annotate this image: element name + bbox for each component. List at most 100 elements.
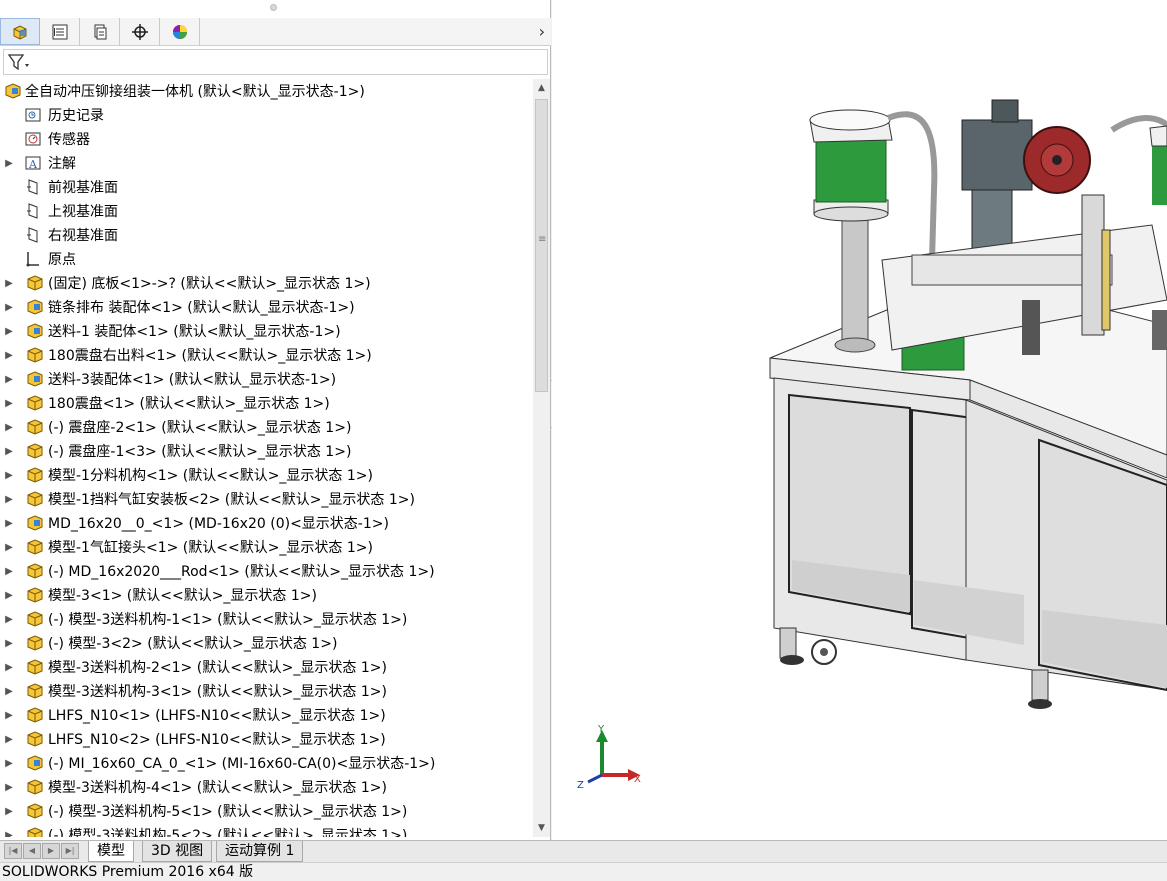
bottom-tab[interactable]: 模型 — [88, 841, 134, 862]
expand-arrow-icon[interactable]: ▶ — [4, 662, 14, 673]
featuremanager-tab[interactable] — [0, 18, 40, 45]
expand-arrow-icon[interactable]: ▶ — [4, 398, 14, 409]
displaymanager-tab[interactable] — [160, 18, 200, 45]
part-icon — [27, 635, 43, 651]
tree-item[interactable]: ▶ 模型-3送料机构-3<1> (默认<<默认>_显示状态 1>) — [0, 679, 530, 703]
last-tab-icon[interactable]: ▶| — [61, 843, 79, 859]
tree-item[interactable]: ▶ 送料-3装配体<1> (默认<默认_显示状态-1>) — [0, 367, 530, 391]
expand-arrow-icon[interactable]: ▶ — [4, 830, 14, 838]
part-icon — [27, 563, 43, 579]
tree-item[interactable]: ▶ 模型-3<1> (默认<<默认>_显示状态 1>) — [0, 583, 530, 607]
origin-icon — [26, 252, 39, 267]
configurationmanager-tab[interactable] — [80, 18, 120, 45]
status-bar: SOLIDWORKS Premium 2016 x64 版 — [0, 862, 1167, 881]
expand-arrow-icon[interactable]: ▶ — [4, 374, 14, 385]
tree-item[interactable]: ▶ 模型-1气缸接头<1> (默认<<默认>_显示状态 1>) — [0, 535, 530, 559]
expand-arrow-icon[interactable]: ▶ — [4, 542, 14, 553]
tree-item-label: 右视基准面 — [48, 228, 118, 244]
tree-item-label: (-) 模型-3<2> (默认<<默认>_显示状态 1>) — [48, 636, 338, 652]
tree-item-label: (-) 模型-3送料机构-1<1> (默认<<默认>_显示状态 1>) — [48, 612, 408, 628]
expand-arrow-icon[interactable]: ▶ — [4, 302, 14, 313]
tree-item[interactable]: ▶ 送料-1 装配体<1> (默认<默认_显示状态-1>) — [0, 319, 530, 343]
dimxpert-tab[interactable] — [120, 18, 160, 45]
tree-item[interactable]: ▶ (-) 震盘座-2<1> (默认<<默认>_显示状态 1>) — [0, 415, 530, 439]
scroll-down-arrow-icon[interactable]: ▼ — [533, 819, 550, 837]
expand-arrow-icon[interactable]: ▶ — [4, 758, 14, 769]
tree-item[interactable]: ▶ (-) 模型-3送料机构-5<1> (默认<<默认>_显示状态 1>) — [0, 799, 530, 823]
tree-item[interactable]: 原点 — [0, 247, 530, 271]
assembly-icon — [27, 515, 43, 531]
assembly-icon — [27, 371, 43, 387]
plane-icon — [27, 227, 38, 243]
tree-item[interactable]: ▶ LHFS_N10<1> (LHFS-N10<<默认>_显示状态 1>) — [0, 703, 530, 727]
expand-arrow-icon[interactable]: ▶ — [4, 638, 14, 649]
tree-item[interactable]: ▶ (固定) 底板<1>->? (默认<<默认>_显示状态 1>) — [0, 271, 530, 295]
panel-grip-dot[interactable] — [270, 4, 277, 11]
tree-item[interactable]: ▶ (-) MI_16x60_CA_0_<1> (MI-16x60-CA(0)<显… — [0, 751, 530, 775]
tree-item[interactable]: ▶ 模型-3送料机构-2<1> (默认<<默认>_显示状态 1>) — [0, 655, 530, 679]
expand-arrow-icon[interactable]: ▶ — [4, 350, 14, 361]
tree-item[interactable]: ▶ 模型-1分料机构<1> (默认<<默认>_显示状态 1>) — [0, 463, 530, 487]
next-tab-icon[interactable]: ▶ — [42, 843, 60, 859]
tree-item[interactable]: ▶ (-) 模型-3<2> (默认<<默认>_显示状态 1>) — [0, 631, 530, 655]
tree-item-label: 前视基准面 — [48, 180, 118, 196]
tree-item[interactable]: ▶ (-) 模型-3送料机构-1<1> (默认<<默认>_显示状态 1>) — [0, 607, 530, 631]
tree-item[interactable]: ▶ 模型-3送料机构-4<1> (默认<<默认>_显示状态 1>) — [0, 775, 530, 799]
scrollbar-thumb[interactable]: ≡ — [535, 99, 548, 392]
prev-tab-icon[interactable]: ◀ — [23, 843, 41, 859]
tree-filter[interactable] — [3, 49, 548, 75]
expand-arrow-icon[interactable]: ▶ — [4, 470, 14, 481]
expand-arrow-icon[interactable]: ▶ — [4, 710, 14, 721]
expand-arrow-icon[interactable]: ▶ — [4, 590, 14, 601]
expand-arrow-icon[interactable]: ▶ — [4, 446, 14, 457]
expand-arrow-icon[interactable]: ▶ — [4, 158, 14, 169]
expand-arrow-icon[interactable]: ▶ — [4, 494, 14, 505]
expand-arrow-icon[interactable]: ▶ — [4, 782, 14, 793]
tree-item[interactable]: 上视基准面 — [0, 199, 530, 223]
part-icon — [27, 827, 43, 837]
tree-item[interactable]: ▶ (-) MD_16x2020___Rod<1> (默认<<默认>_显示状态 1… — [0, 559, 530, 583]
filter-icon[interactable] — [7, 53, 31, 71]
bottom-tab[interactable]: 3D 视图 — [142, 841, 213, 862]
tree-item[interactable]: ▶ 180震盘右出料<1> (默认<<默认>_显示状态 1>) — [0, 343, 530, 367]
tree-item[interactable]: ▶ LHFS_N10<2> (LHFS-N10<<默认>_显示状态 1>) — [0, 727, 530, 751]
tree-item[interactable]: ▶ (-) 模型-3送料机构-5<2> (默认<<默认>_显示状态 1>) — [0, 823, 530, 837]
scroll-up-arrow-icon[interactable]: ▲ — [533, 79, 550, 97]
chevron-right-icon[interactable]: › — [539, 22, 545, 41]
bottom-tab[interactable]: 运动算例 1 — [216, 841, 304, 862]
tree-item[interactable]: ▶ MD_16x20__0_<1> (MD-16x20 (0)<显示状态-1>) — [0, 511, 530, 535]
assembly-icon — [27, 755, 43, 771]
expand-arrow-icon[interactable]: ▶ — [4, 686, 14, 697]
propertymanager-tab[interactable] — [40, 18, 80, 45]
expand-arrow-icon[interactable]: ▶ — [4, 806, 14, 817]
part-icon — [27, 587, 43, 603]
tree-item-label: (-) MD_16x2020___Rod<1> (默认<<默认>_显示状态 1>… — [48, 564, 435, 580]
tree-item[interactable]: 传感器 — [0, 127, 530, 151]
tree-scrollbar[interactable]: ▲ ≡ ▼ — [533, 79, 550, 837]
expand-arrow-icon[interactable]: ▶ — [4, 326, 14, 337]
tree-root-assembly[interactable]: 全自动冲压铆接组装一体机 (默认<默认_显示状态-1>) — [0, 79, 530, 103]
tree-item[interactable]: ▶ A 注解 — [0, 151, 530, 175]
part-icon — [27, 491, 43, 507]
tree-item-label: 原点 — [48, 252, 76, 268]
expand-arrow-icon[interactable]: ▶ — [4, 566, 14, 577]
part-icon — [27, 707, 43, 723]
expand-arrow-icon[interactable]: ▶ — [4, 614, 14, 625]
assembly-icon — [27, 299, 43, 315]
tree-item[interactable]: 历史记录 — [0, 103, 530, 127]
expand-arrow-icon[interactable]: ▶ — [4, 518, 14, 529]
tree-item[interactable]: ▶ 链条排布 装配体<1> (默认<默认_显示状态-1>) — [0, 295, 530, 319]
tree-item[interactable]: ▶ 180震盘<1> (默认<<默认>_显示状态 1>) — [0, 391, 530, 415]
expand-arrow-icon[interactable]: ▶ — [4, 278, 14, 289]
tree-item-label: (固定) 底板<1>->? (默认<<默认>_显示状态 1>) — [48, 276, 371, 292]
expand-arrow-icon[interactable]: ▶ — [4, 422, 14, 433]
triad-x-label: X — [634, 774, 641, 785]
tree-item[interactable]: ▶ 模型-1挡料气缸安装板<2> (默认<<默认>_显示状态 1>) — [0, 487, 530, 511]
tree-item[interactable]: 前视基准面 — [0, 175, 530, 199]
expand-arrow-icon[interactable]: ▶ — [4, 734, 14, 745]
graphics-area[interactable]: Y X Z — [552, 0, 1167, 840]
tree-item[interactable]: 右视基准面 — [0, 223, 530, 247]
machine-model-view[interactable]: Y X Z — [552, 0, 1167, 840]
tree-item[interactable]: ▶ (-) 震盘座-1<3> (默认<<默认>_显示状态 1>) — [0, 439, 530, 463]
first-tab-icon[interactable]: |◀ — [4, 843, 22, 859]
